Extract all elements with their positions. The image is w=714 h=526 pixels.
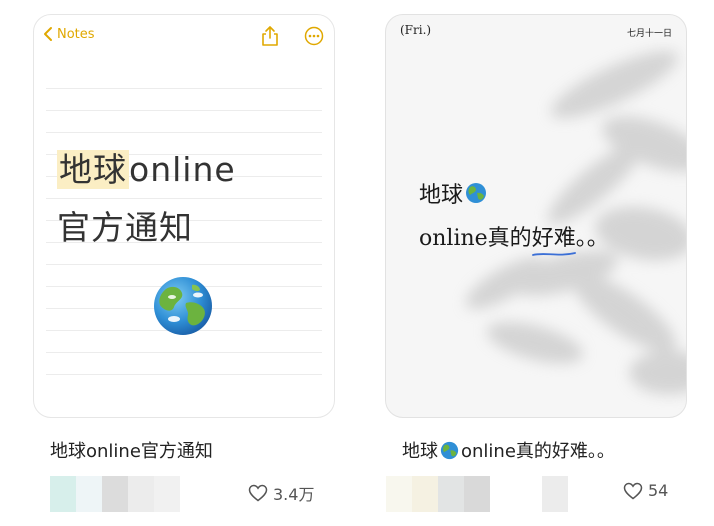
author-info-blurred[interactable]	[386, 476, 568, 512]
note-highlighted-text: 地球	[57, 150, 129, 189]
note-line-1-rest: online	[129, 150, 236, 189]
post-title-2-before: 地球	[402, 441, 438, 462]
poem-line-2-before: online真的	[419, 226, 532, 251]
like-button[interactable]: 3.4万	[248, 481, 314, 505]
poem-line-1-text: 地球	[419, 183, 464, 208]
day-label: (Fri.)	[400, 23, 432, 37]
post-card-2-image[interactable]: (Fri.) 七月十一日 地球 online真的 好难 。。	[385, 14, 687, 418]
more-icon[interactable]	[304, 26, 324, 46]
poem-underlined-word: 好难	[531, 226, 576, 251]
share-icon[interactable]	[260, 25, 280, 47]
post-title-2[interactable]: 地球 online真的好难。。	[402, 437, 615, 463]
post-title-1[interactable]: 地球online官方通知	[50, 437, 213, 463]
note-line-2: 官方通知	[57, 208, 193, 247]
notes-toolbar: Notes	[34, 15, 334, 59]
back-chevron-icon	[44, 27, 52, 41]
poem-line-2: online真的 好难 。。	[419, 220, 609, 256]
globe-icon	[466, 183, 487, 203]
notes-back-label: Notes	[57, 26, 95, 42]
heart-icon	[623, 482, 643, 499]
poem-line-1: 地球	[419, 177, 487, 209]
hand-underline	[531, 252, 576, 256]
poem-underlined-text: 好难	[531, 220, 576, 256]
post-card-1-image[interactable]: Notes 地球online 官方通知	[33, 14, 335, 418]
date-label: 七月十一日	[626, 29, 672, 39]
like-count: 3.4万	[273, 485, 315, 504]
post-title-2-after: online真的好难。。	[461, 441, 615, 462]
note-line-1: 地球online	[57, 143, 236, 191]
like-button[interactable]: 54	[623, 481, 668, 500]
globe-icon	[154, 277, 212, 335]
author-info-blurred[interactable]	[50, 476, 180, 512]
heart-icon	[248, 484, 268, 502]
leaf-shadow-background	[465, 50, 686, 395]
notes-back-button[interactable]: Notes	[42, 26, 95, 42]
globe-icon	[440, 441, 459, 459]
like-count: 54	[648, 481, 669, 500]
poem-line-2-after: 。。	[575, 226, 609, 251]
